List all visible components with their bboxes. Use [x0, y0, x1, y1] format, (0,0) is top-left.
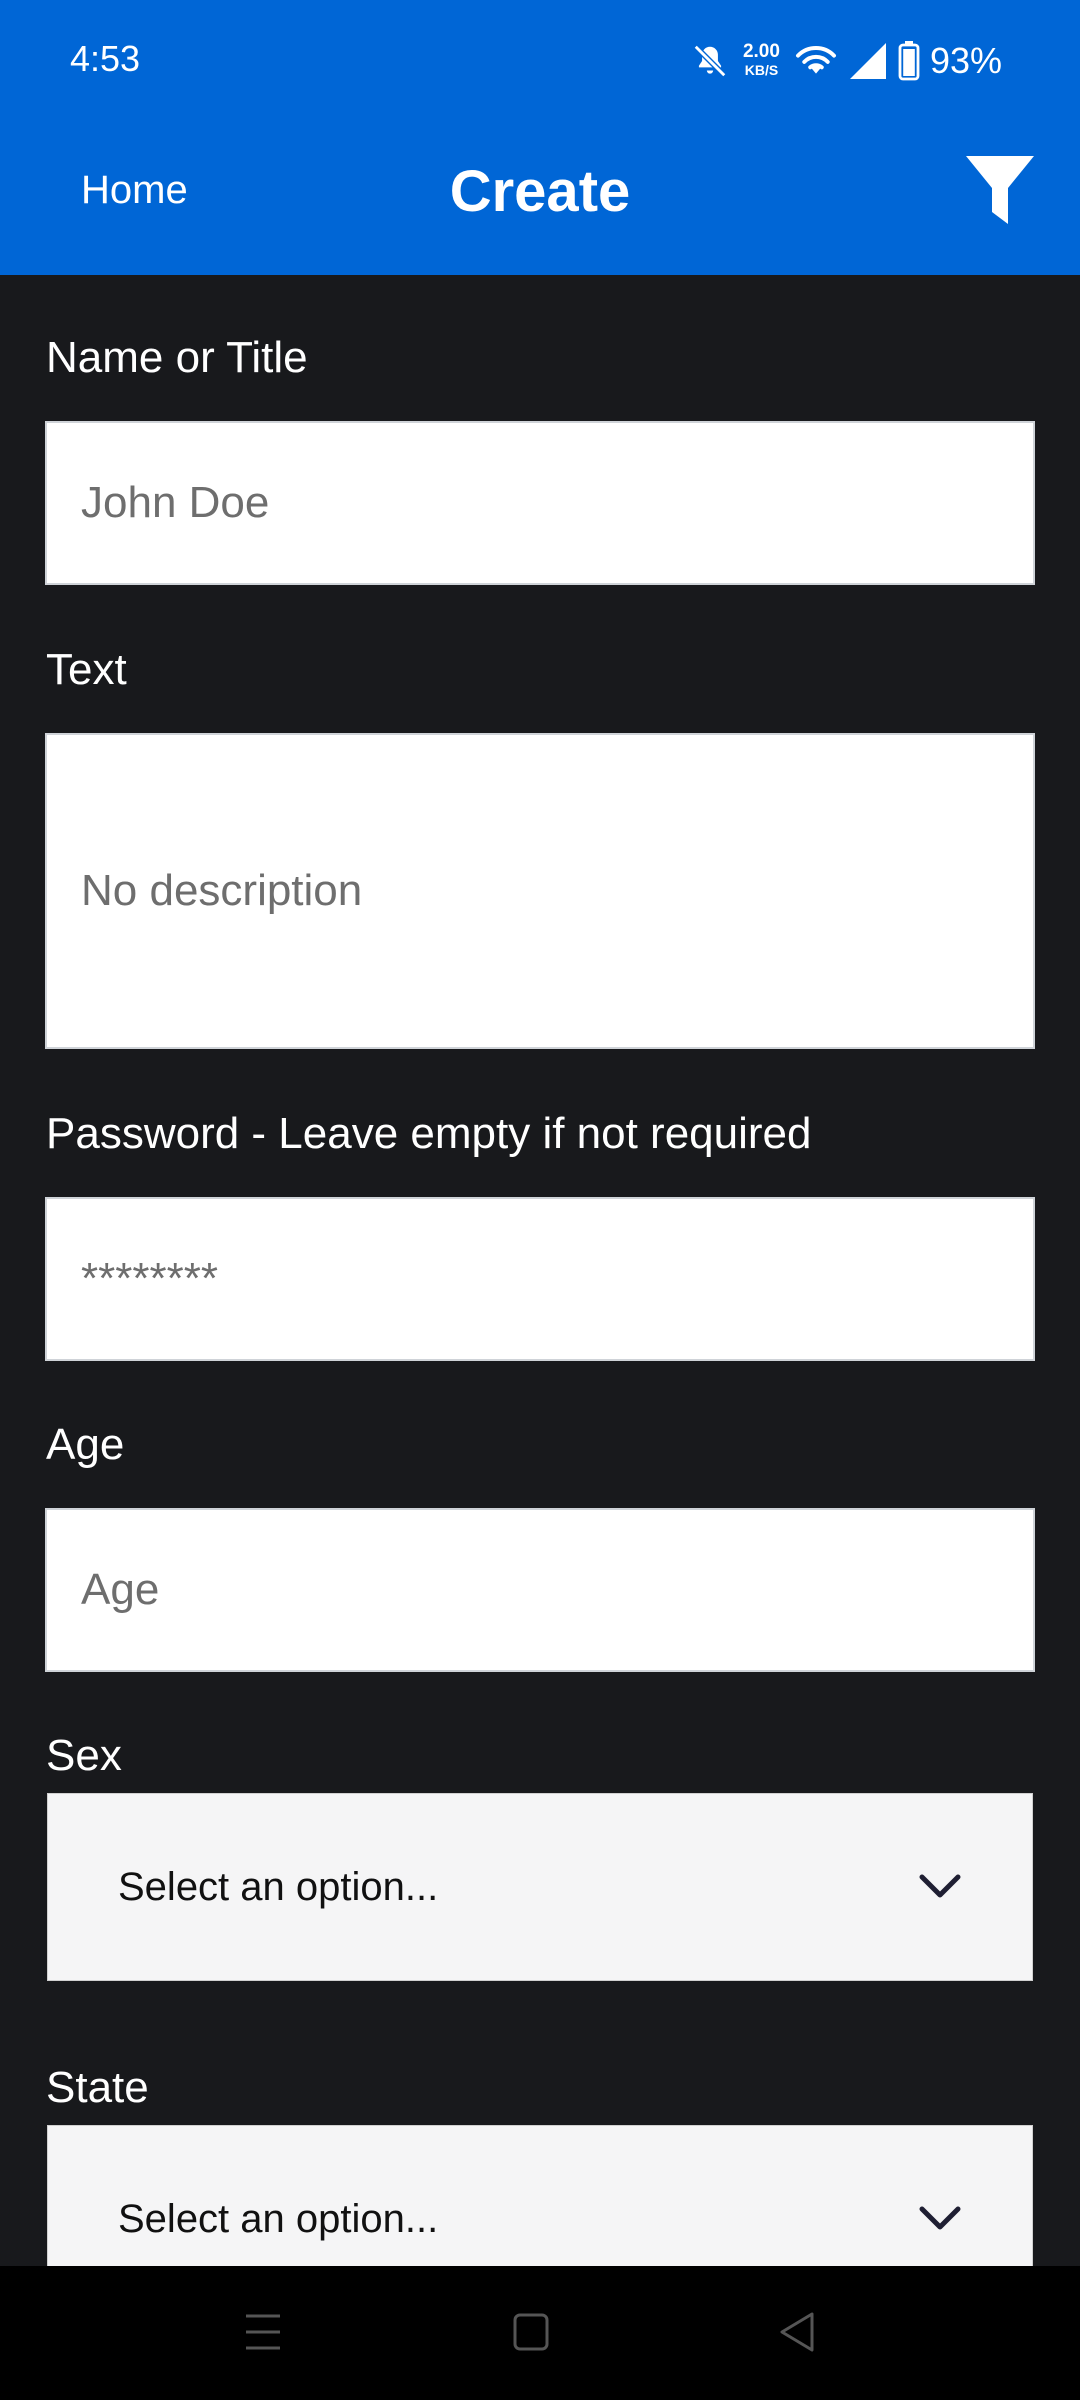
app-bar: Home Create	[0, 124, 1080, 275]
password-label: Password - Leave empty if not required	[46, 1109, 812, 1158]
name-input[interactable]: John Doe	[45, 421, 1035, 585]
wifi-icon	[794, 43, 838, 79]
chevron-down-icon	[919, 2206, 961, 2230]
password-placeholder: ********	[81, 1254, 218, 1303]
name-placeholder: John Doe	[81, 478, 270, 527]
state-label: State	[46, 2063, 149, 2112]
menu-icon[interactable]	[244, 2310, 282, 2359]
page-title: Create	[449, 159, 631, 224]
text-placeholder: No description	[81, 866, 363, 915]
status-time: 4:53	[70, 38, 141, 79]
net-speed: 2.00 KB/S	[742, 41, 780, 79]
age-label: Age	[46, 1420, 125, 1469]
name-label: Name or Title	[46, 333, 308, 382]
net-speed-unit: KB/S	[744, 62, 779, 78]
home-square-icon[interactable]	[512, 2310, 550, 2359]
sex-label: Sex	[46, 1731, 122, 1780]
battery-level: 93%	[929, 40, 1002, 81]
text-label: Text	[46, 645, 127, 694]
chevron-down-icon	[919, 1874, 961, 1898]
system-nav-bar	[0, 2266, 1080, 2400]
age-placeholder: Age	[81, 1565, 160, 1614]
status-icons: 2.00 KB/S 93%	[691, 36, 1002, 86]
back-icon[interactable]	[778, 2310, 816, 2359]
signal-icon	[848, 41, 888, 81]
filter-icon[interactable]	[966, 156, 1034, 228]
sex-selected-value: Select an option...	[118, 1864, 439, 1909]
password-input[interactable]: ********	[45, 1197, 1035, 1361]
mute-icon	[691, 42, 729, 80]
age-input[interactable]: Age	[45, 1508, 1035, 1672]
text-input[interactable]: No description	[45, 733, 1035, 1049]
sex-select[interactable]: Select an option...	[47, 1793, 1033, 1981]
battery-icon	[898, 41, 920, 81]
net-speed-value: 2.00	[742, 41, 780, 62]
state-selected-value: Select an option...	[118, 2196, 439, 2241]
status-bar: 4:53 2.00 KB/S 93%	[0, 0, 1080, 124]
